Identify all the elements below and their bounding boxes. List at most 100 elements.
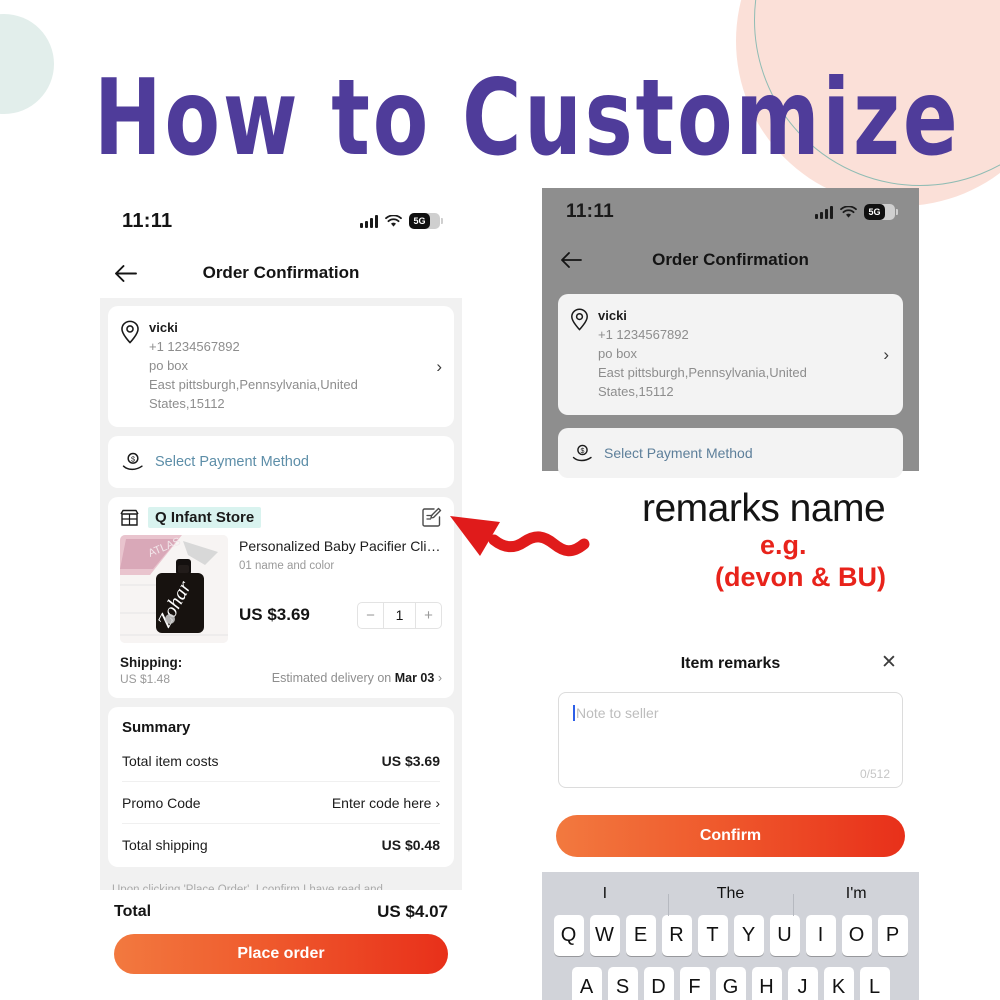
page-title: How to Customize — [94, 57, 961, 180]
key-r[interactable]: R — [661, 915, 692, 956]
signal-bars-icon — [815, 205, 833, 219]
quantity-stepper[interactable]: − 1 + — [357, 601, 442, 629]
decorative-circle-mint — [0, 14, 54, 114]
address-phone: +1 1234567892 — [598, 327, 689, 342]
key-g[interactable]: G — [715, 967, 746, 1000]
summary-label: Total item costs — [122, 752, 219, 769]
note-placeholder: Note to seller — [576, 705, 659, 721]
text-caret — [573, 705, 575, 721]
annotation-example-value: (devon & BU) — [715, 562, 886, 592]
summary-label: Total shipping — [122, 836, 208, 853]
payment-label: Select Payment Method — [155, 454, 309, 471]
left-phone-screen: 11:11 5G Order Confirmation vicki +1 123… — [100, 196, 462, 1000]
right-phone-screen: 11:11 5G Order Confirmation vicki +1 123… — [542, 188, 919, 1000]
left-footer: Total US $4.07 Place order — [100, 890, 462, 1000]
left-page-title: Order Confirmation — [202, 263, 360, 282]
key-s[interactable]: S — [607, 967, 638, 1000]
left-nav-bar: Order Confirmation — [100, 252, 462, 294]
right-payment-label: Select Payment Method — [604, 445, 753, 461]
shipping-cost: US $1.48 — [120, 672, 171, 687]
key-l[interactable]: L — [859, 967, 890, 1000]
key-k[interactable]: K — [823, 967, 854, 1000]
quantity-value: 1 — [383, 602, 416, 628]
chevron-right-icon: › — [436, 356, 442, 376]
chevron-right-icon: › — [883, 344, 889, 364]
summary-row[interactable]: Promo Code Enter code here › — [122, 782, 440, 825]
store-card: Q Infant Store ATLAS Zohar Personalized … — [108, 497, 454, 699]
key-u[interactable]: U — [769, 915, 800, 956]
confirm-button[interactable]: Confirm — [556, 815, 905, 857]
product-thumbnail[interactable]: ATLAS Zohar — [120, 535, 228, 644]
address-card[interactable]: vicki +1 1234567892 po box East pittsbur… — [108, 306, 454, 428]
delivery-date: Mar 03 — [394, 671, 435, 686]
signal-bars-icon — [360, 214, 378, 228]
right-select-payment-method[interactable]: $ Select Payment Method — [558, 428, 903, 478]
chevron-right-icon: › — [437, 671, 442, 686]
key-f[interactable]: F — [679, 967, 710, 1000]
summary-value: US $0.48 — [381, 836, 440, 853]
wifi-icon — [840, 205, 857, 218]
key-e[interactable]: E — [625, 915, 656, 956]
prediction-1[interactable]: I — [542, 885, 668, 903]
key-y[interactable]: Y — [733, 915, 764, 956]
left-status-bar: 11:11 5G — [100, 196, 462, 246]
annotation-eg: e.g. — [760, 530, 807, 560]
key-o[interactable]: O — [841, 915, 872, 956]
note-to-seller-input[interactable]: Note to seller 0/512 — [558, 692, 903, 788]
estimated-delivery[interactable]: Estimated delivery on Mar 03 › — [272, 671, 442, 686]
right-address-card[interactable]: vicki +1 1234567892 po box East pittsbur… — [558, 294, 903, 416]
address-line-1: po box — [598, 345, 638, 361]
store-name[interactable]: Q Infant Store — [148, 507, 262, 529]
summary-label: Promo Code — [122, 794, 201, 811]
key-a[interactable]: A — [571, 967, 602, 1000]
summary-card: Summary Total item costs US $3.69 Promo … — [108, 707, 454, 868]
payment-hand-coin-icon: $ — [572, 444, 592, 461]
quantity-decrement[interactable]: − — [358, 603, 383, 628]
total-value: US $4.07 — [377, 902, 448, 921]
storefront-icon — [120, 509, 139, 526]
summary-row: Total shipping US $0.48 — [122, 824, 440, 865]
quantity-increment[interactable]: + — [416, 603, 441, 628]
dialog-title: Item remarks — [680, 655, 781, 672]
key-p[interactable]: P — [877, 915, 908, 956]
prediction-3[interactable]: I'm — [793, 885, 919, 916]
location-pin-icon — [121, 320, 139, 344]
svg-text:$: $ — [581, 448, 585, 455]
shipping-label: Shipping: — [120, 655, 183, 671]
key-h[interactable]: H — [751, 967, 782, 1000]
close-icon[interactable]: ✕ — [879, 653, 899, 673]
address-line-1: po box — [149, 357, 189, 373]
battery-label: 5G — [868, 206, 881, 217]
char-counter: 0/512 — [859, 767, 890, 781]
address-name: vicki — [149, 320, 178, 335]
svg-text:$: $ — [131, 455, 135, 464]
key-i[interactable]: I — [805, 915, 836, 956]
key-q[interactable]: Q — [553, 915, 584, 956]
predictive-text-bar: I The I'm — [542, 872, 919, 916]
annotation-remarks-name: remarks name — [642, 487, 886, 530]
right-status-bar: 11:11 5G — [542, 188, 919, 236]
total-label: Total — [114, 903, 152, 920]
key-d[interactable]: D — [643, 967, 674, 1000]
battery-icon: 5G — [864, 204, 898, 220]
address-name: vicki — [598, 308, 627, 323]
right-nav-bar: Order Confirmation — [542, 238, 919, 282]
prediction-2[interactable]: The — [667, 885, 794, 916]
item-remarks-dialog: Item remarks ✕ Note to seller 0/512 Conf… — [542, 640, 919, 872]
select-payment-method[interactable]: $ Select Payment Method — [108, 436, 454, 489]
summary-value: US $3.69 — [381, 752, 440, 769]
key-j[interactable]: J — [787, 967, 818, 1000]
address-line-2: East pittsburgh,Pennsylvania,United — [598, 364, 807, 380]
keyboard-row-2: A S D F G H J K L — [542, 967, 919, 1000]
product-sku: 01 name and color — [239, 559, 335, 572]
battery-label: 5G — [413, 215, 426, 226]
address-phone: +1 1234567892 — [149, 339, 240, 354]
address-line-2: East pittsburgh,Pennsylvania,United — [149, 376, 358, 392]
payment-hand-coin-icon: $ — [122, 453, 143, 471]
product-title[interactable]: Personalized Baby Pacifier Clip Custo… — [239, 537, 442, 555]
key-t[interactable]: T — [697, 915, 728, 956]
status-time: 11:11 — [122, 209, 173, 232]
summary-value[interactable]: Enter code here › — [332, 795, 440, 811]
key-w[interactable]: W — [589, 915, 620, 956]
place-order-button[interactable]: Place order — [114, 934, 448, 974]
